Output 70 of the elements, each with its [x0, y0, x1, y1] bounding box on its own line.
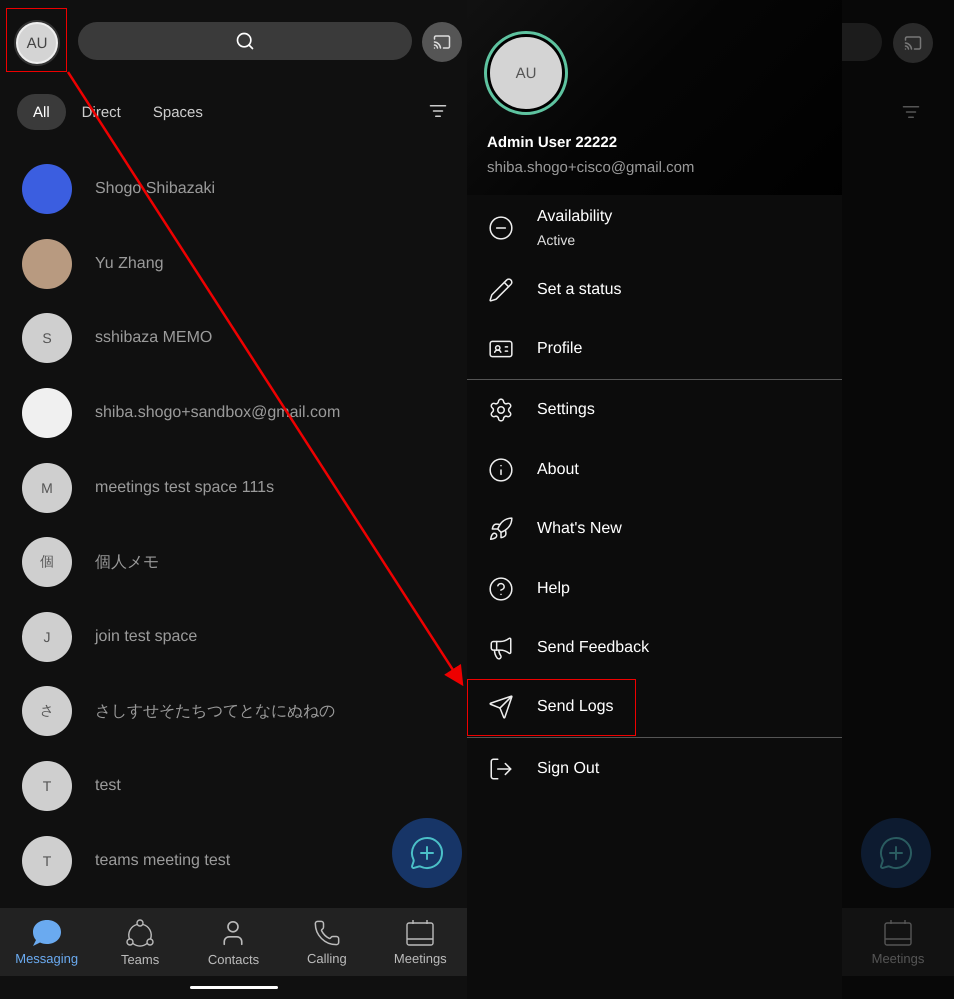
send-icon — [487, 694, 515, 720]
filter-icon[interactable] — [429, 102, 447, 120]
nav-tab[interactable]: Calling — [280, 908, 374, 976]
menu-label: Availability — [537, 208, 612, 226]
profile-avatar: AU — [487, 34, 565, 112]
filter-tab[interactable]: All — [17, 94, 66, 130]
conversation-name[interactable]: さしすせそたちつてとなにぬねの — [95, 700, 335, 722]
menu-label: Help — [537, 580, 570, 598]
menu-item[interactable]: About — [467, 440, 842, 500]
avatar-initial: T — [22, 836, 72, 886]
help-icon — [487, 576, 515, 602]
calendar-icon — [883, 918, 913, 946]
conversation-name[interactable]: meetings test space 111s — [95, 478, 274, 497]
menu-item[interactable]: What's New — [467, 500, 842, 559]
avatar-silhouette — [22, 388, 72, 438]
menu-label: Set a status — [537, 280, 622, 299]
cast-icon — [433, 33, 451, 51]
highlight-frame — [6, 8, 67, 72]
cast-icon — [904, 34, 922, 52]
conversation-name[interactable]: test — [95, 777, 121, 796]
info-icon — [487, 456, 515, 483]
conversation-name[interactable]: sshibaza MEMO — [95, 329, 212, 348]
filter-tab[interactable]: Spaces — [136, 94, 219, 130]
menu-item[interactable]: Availability Active — [467, 195, 842, 260]
avatar-initial: T — [22, 761, 72, 812]
menu-label: Sign Out — [537, 760, 600, 778]
chat-bubble-icon — [32, 918, 62, 946]
rocket-icon — [487, 516, 515, 542]
minus-circle-icon — [487, 214, 515, 240]
chat-plus-icon — [409, 835, 445, 871]
menu-label: Send Feedback — [537, 639, 650, 658]
teams-icon — [125, 918, 156, 948]
menu-item[interactable]: Settings — [467, 380, 842, 440]
menu-label: About — [537, 460, 579, 479]
conversation-name[interactable]: Yu Zhang — [95, 254, 164, 273]
filter-icon — [902, 103, 920, 121]
chat-plus-icon — [878, 835, 914, 871]
calendar-icon — [405, 918, 436, 946]
menu-label: What's New — [537, 520, 622, 538]
avatar-initial: J — [22, 612, 72, 662]
avatar-initial: S — [22, 313, 72, 364]
menu-label: Send Logs — [537, 698, 614, 716]
pencil-icon — [487, 276, 515, 303]
conversation-name[interactable]: Shogo Shibazaki — [95, 180, 216, 198]
menu-item[interactable]: Send Logs — [467, 678, 636, 738]
avatar-initial: M — [22, 462, 72, 513]
cast-button[interactable] — [422, 22, 462, 62]
search-bar — [842, 23, 882, 61]
nav-tab[interactable]: Teams — [93, 908, 187, 976]
menu-label: Settings — [537, 401, 595, 420]
conversation-name[interactable]: 個人メモ — [95, 552, 159, 573]
menu-label: Profile — [537, 340, 582, 358]
conversation-name[interactable]: teams meeting test — [95, 852, 230, 870]
nav-tab[interactable]: Messaging — [0, 908, 94, 976]
menu-item[interactable]: Profile — [467, 319, 842, 379]
menu-item[interactable]: Send Feedback — [467, 618, 842, 678]
phone-icon — [312, 918, 341, 946]
user-name: Admin User 22222 — [487, 134, 618, 151]
profile-avatar[interactable]: AU — [16, 22, 58, 64]
menu-item[interactable]: Help — [467, 558, 842, 618]
user-email: shiba.shogo+cisco@gmail.com — [487, 159, 696, 176]
menu-item[interactable]: Set a status — [467, 260, 842, 320]
menu-item[interactable]: Sign Out — [467, 739, 842, 799]
menu-sublabel: Active — [537, 232, 576, 248]
nav-tab[interactable]: Meetings — [374, 908, 467, 976]
avatar-initial: さ — [22, 686, 72, 736]
conversation-name[interactable]: join test space — [95, 628, 198, 646]
search-icon — [235, 31, 255, 51]
nav-tab[interactable]: Contacts — [186, 908, 280, 976]
avatar-initial: 個 — [22, 537, 72, 588]
